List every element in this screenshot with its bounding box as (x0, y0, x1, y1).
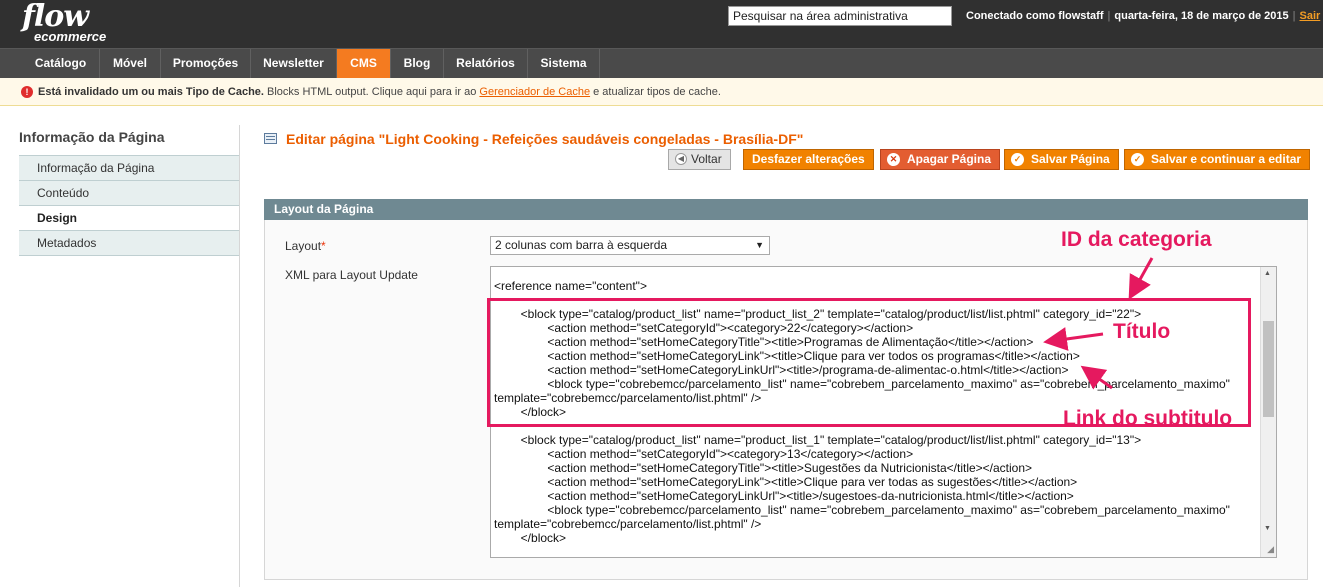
annotation-title: Título (1113, 320, 1171, 343)
arrow-category-id (1128, 257, 1154, 300)
annotation-arrows (1043, 257, 1154, 390)
annotation-category-id: ID da categoria (1061, 228, 1212, 251)
arrow-subtitle-link (1080, 365, 1113, 390)
arrow-title (1043, 327, 1104, 351)
annotation-subtitle-link: Link do subtitulo (1063, 407, 1233, 430)
